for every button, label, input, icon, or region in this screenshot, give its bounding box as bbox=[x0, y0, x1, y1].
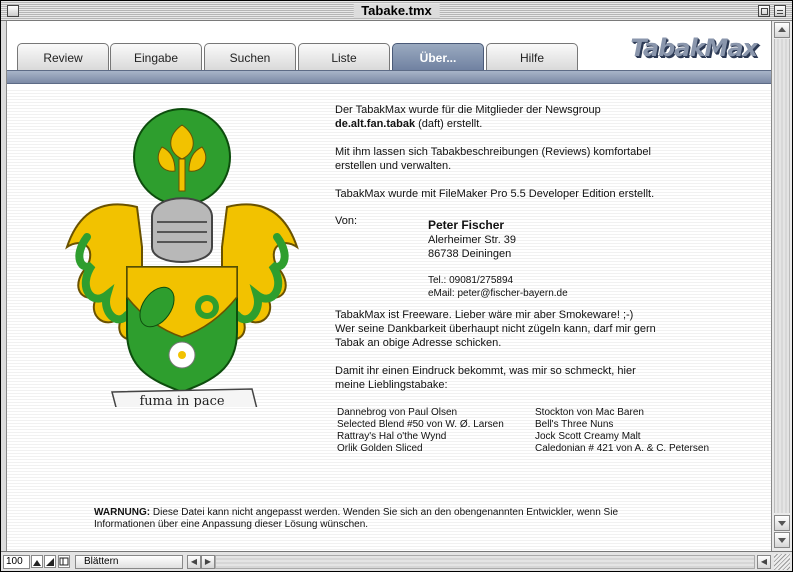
motto-text: fuma in pace bbox=[139, 394, 224, 407]
scroll-track[interactable] bbox=[774, 39, 790, 513]
freeware-line-1: TabakMax ist Freeware. Lieber wäre mir a… bbox=[335, 309, 634, 321]
tab-underline-bar bbox=[7, 70, 771, 84]
list-item: Jock Scott Creamy Malt bbox=[535, 431, 641, 442]
status-area-toggle-icon[interactable] bbox=[58, 555, 70, 568]
tab-hilfe[interactable]: Hilfe bbox=[486, 43, 578, 71]
title-bar[interactable]: Tabake.tmx bbox=[1, 1, 792, 21]
tab-eingabe[interactable]: Eingabe bbox=[110, 43, 202, 71]
window-title: Tabake.tmx bbox=[353, 4, 440, 18]
intro-line-2-rest: (daft) erstellt. bbox=[415, 118, 483, 130]
intro-line-2: de.alt.fan.tabak (daft) erstellt. bbox=[335, 118, 482, 132]
freeware-line-2: Wer seine Dankbarkeit überhaupt nicht zü… bbox=[335, 323, 656, 335]
warning-line-2: Informationen über eine Anpassung dieser… bbox=[94, 519, 369, 530]
tab-ueber[interactable]: Über... bbox=[392, 43, 484, 71]
list-item: Caledonian # 421 von A. & C. Petersen bbox=[535, 443, 710, 454]
intro-line-1: Der TabakMax wurde für die Mitglieder de… bbox=[335, 104, 601, 116]
favorites-right-list: Stockton von Mac Baren Bell's Three Nuns… bbox=[535, 407, 709, 455]
scroll-up-arrow-icon[interactable] bbox=[774, 22, 790, 38]
favorites-left-list: Dannebrog von Paul Olsen Selected Blend … bbox=[337, 407, 504, 455]
list-item: Orlik Golden Sliced bbox=[337, 443, 423, 454]
horizontal-scroll-track[interactable] bbox=[215, 555, 755, 569]
made-with-text: TabakMax wurde mit FileMaker Pro 5.5 Dev… bbox=[335, 188, 655, 200]
mode-selector[interactable]: Blättern bbox=[75, 555, 183, 569]
coat-of-arms-image: fuma in pace bbox=[65, 108, 299, 407]
favorites-intro-1: Damit ihr einen Eindruck bekommt, was mi… bbox=[335, 365, 636, 377]
warning-line-1: Diese Datei kann nicht angepasst werden.… bbox=[150, 507, 619, 518]
layout-content: Review Eingabe Suchen Liste Über... Hilf… bbox=[7, 22, 771, 551]
description-line-1: Mit ihm lassen sich Tabakbeschreibungen … bbox=[335, 146, 651, 158]
author-name: Peter Fischer bbox=[428, 218, 505, 232]
resize-grip-icon[interactable] bbox=[774, 554, 790, 570]
warning-text: WARNUNG: Diese Datei kann nicht angepass… bbox=[94, 507, 618, 531]
close-box[interactable] bbox=[7, 5, 19, 17]
warning-label: WARNUNG: bbox=[94, 507, 151, 518]
von-label: Von: bbox=[335, 215, 358, 227]
freeware-line-3: Tabak an obige Adresse schicken. bbox=[335, 337, 502, 349]
newsgroup-name: de.alt.fan.tabak bbox=[335, 118, 416, 130]
scroll-left-arrow-icon[interactable]: ◀ bbox=[187, 555, 201, 569]
list-item: Dannebrog von Paul Olsen bbox=[337, 407, 458, 418]
collapse-box[interactable] bbox=[774, 5, 786, 17]
list-item: Selected Blend #50 von W. Ø. Larsen bbox=[337, 419, 504, 430]
zoom-level[interactable]: 100 bbox=[3, 555, 30, 569]
list-item: Rattray's Hal o'the Wynd bbox=[337, 431, 447, 442]
list-item: Stockton von Mac Baren bbox=[535, 407, 644, 418]
author-street: Alerheimer Str. 39 bbox=[428, 234, 517, 246]
tab-liste[interactable]: Liste bbox=[298, 43, 390, 71]
vertical-scrollbar[interactable] bbox=[771, 21, 792, 551]
status-bar: 100 Blättern ◀ ▶ ◀ bbox=[1, 551, 792, 571]
tabakmax-logo: TabakMax bbox=[630, 34, 758, 62]
tab-suchen[interactable]: Suchen bbox=[204, 43, 296, 71]
scroll-down-arrow-icon[interactable] bbox=[774, 515, 790, 531]
app-window: Tabake.tmx Review Eingabe Suchen Liste Ü… bbox=[0, 0, 793, 572]
scroll-right-arrow-icon[interactable]: ▶ bbox=[201, 555, 215, 569]
scroll-down-arrow-2-icon[interactable] bbox=[774, 532, 790, 548]
zoom-box[interactable] bbox=[758, 5, 770, 17]
scroll-left-arrow-2-icon[interactable]: ◀ bbox=[757, 555, 771, 569]
list-item: Bell's Three Nuns bbox=[535, 419, 614, 430]
zoom-out-icon[interactable] bbox=[31, 555, 43, 568]
author-phone: Tel.: 09081/275894 bbox=[428, 275, 514, 286]
author-city: 86738 Deiningen bbox=[428, 248, 512, 260]
favorites-intro-2: meine Lieblingstabake: bbox=[335, 379, 448, 391]
tab-review[interactable]: Review bbox=[17, 43, 109, 71]
author-email: eMail: peter@fischer-bayern.de bbox=[428, 288, 568, 299]
header-band: Review Eingabe Suchen Liste Über... Hilf… bbox=[7, 22, 771, 88]
description-line-2: erstellen und verwalten. bbox=[335, 160, 452, 172]
zoom-in-icon[interactable] bbox=[44, 555, 56, 568]
